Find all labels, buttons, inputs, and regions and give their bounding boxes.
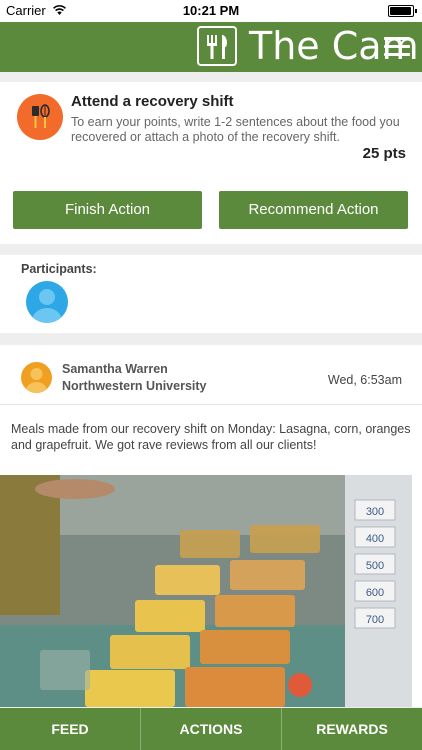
- participant-avatar[interactable]: [26, 281, 68, 323]
- action-card: Attend a recovery shift To earn your poi…: [0, 82, 422, 244]
- tab-rewards[interactable]: REWARDS: [282, 708, 422, 750]
- photo-label-400: 400: [366, 533, 384, 545]
- battery-icon: [388, 5, 417, 17]
- action-title: Attend a recovery shift: [71, 93, 234, 110]
- participants-card: Participants:: [0, 255, 422, 333]
- user-silhouette-icon: [32, 289, 62, 323]
- finish-action-button[interactable]: Finish Action: [13, 191, 202, 229]
- divider: [0, 404, 422, 405]
- action-icon: [17, 94, 63, 140]
- photo-label-300: 300: [366, 506, 384, 518]
- kitchen-utensils-icon: [32, 104, 50, 128]
- author-school: Northwestern University: [62, 379, 207, 393]
- post-photo[interactable]: 300 400 500 600 700: [0, 475, 412, 707]
- action-description: To earn your points, write 1-2 sentences…: [71, 115, 400, 144]
- post-card: Samantha Warren Northwestern University …: [0, 345, 422, 707]
- author-name[interactable]: Samantha Warren: [62, 362, 168, 376]
- user-silhouette-icon: [25, 368, 48, 393]
- post-timestamp: Wed, 6:53am: [327, 373, 402, 387]
- tab-bar: FEED ACTIONS REWARDS: [0, 708, 422, 750]
- status-time: 10:21 PM: [182, 3, 240, 18]
- photo-label-600: 600: [366, 587, 384, 599]
- logo: [197, 26, 237, 66]
- tab-actions[interactable]: ACTIONS: [141, 708, 282, 750]
- app-header: The Camp: [0, 22, 422, 72]
- fork-knife-icon: [207, 35, 227, 59]
- photo-label-500: 500: [366, 560, 384, 572]
- author-avatar[interactable]: [21, 362, 52, 393]
- food-trays-photo: 300 400 500 600 700: [0, 475, 412, 707]
- participants-label: Participants:: [21, 262, 97, 276]
- menu-icon[interactable]: [384, 37, 410, 57]
- recommend-action-button[interactable]: Recommend Action: [219, 191, 408, 229]
- photo-label-700: 700: [366, 614, 384, 626]
- status-bar: Carrier 10:21 PM: [0, 0, 422, 22]
- post-text: Meals made from our recovery shift on Mo…: [11, 422, 411, 452]
- tab-feed[interactable]: FEED: [0, 708, 141, 750]
- action-points: 25 pts: [362, 145, 406, 162]
